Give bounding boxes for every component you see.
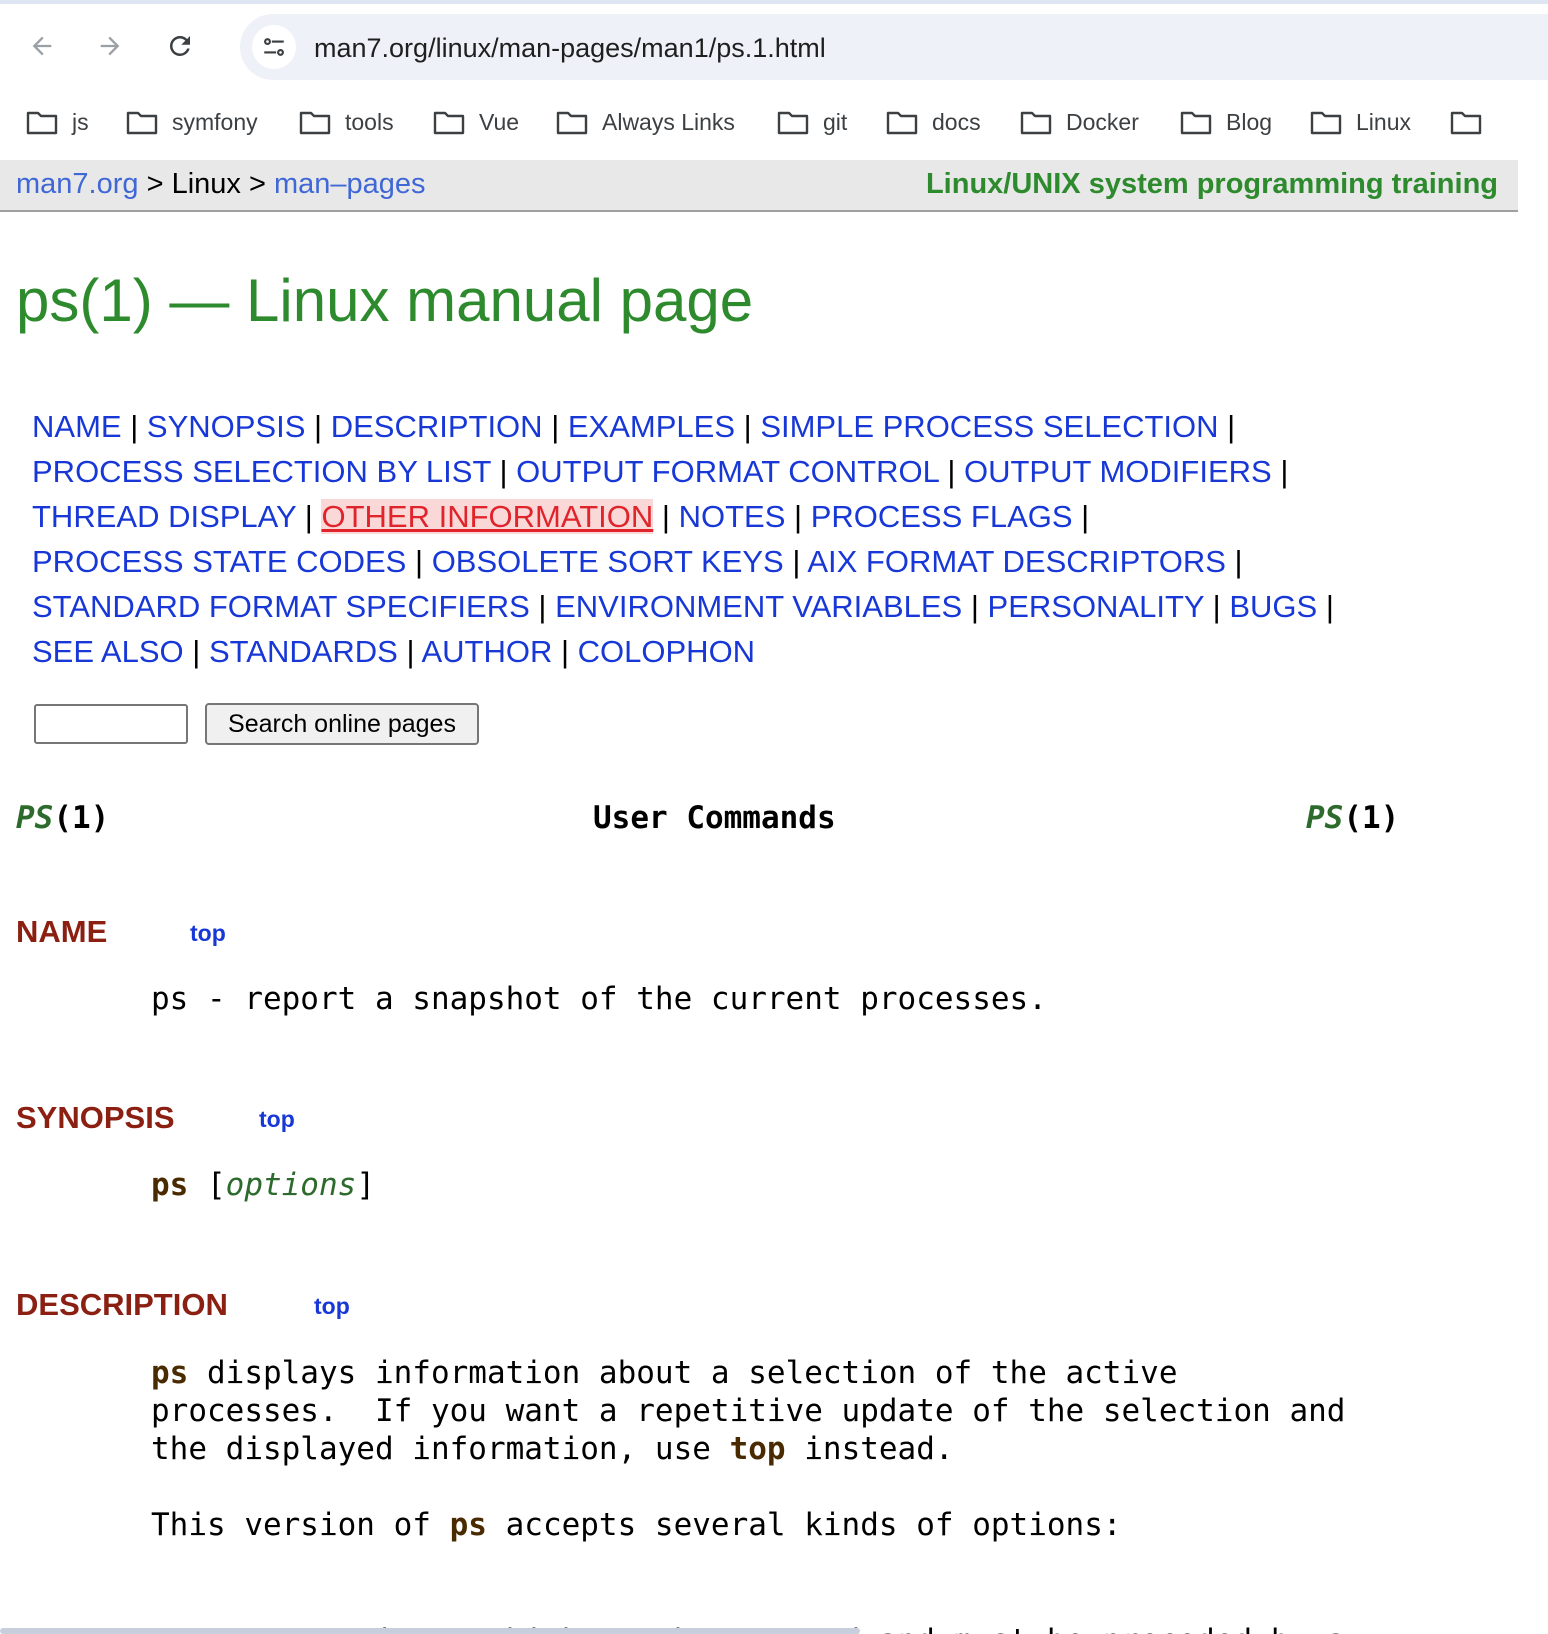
toc-link-standard-format-specifiers[interactable]: STANDARD FORMAT SPECIFIERS xyxy=(32,589,530,624)
site-info-button[interactable] xyxy=(252,25,296,69)
folder-icon xyxy=(1450,111,1482,135)
bookmark-folder-vue[interactable]: Vue xyxy=(433,106,519,138)
section-heading-description: DESCRIPTION xyxy=(16,1287,228,1322)
toc-link-see-also[interactable]: SEE ALSO xyxy=(32,634,184,669)
toc-link-environment-variables[interactable]: ENVIRONMENT VARIABLES xyxy=(555,589,962,624)
breadcrumb-home-link[interactable]: man7.org xyxy=(16,168,139,200)
horizontal-scrollbar[interactable] xyxy=(0,1628,860,1634)
search-online-pages-button[interactable]: Search online pages xyxy=(205,703,479,745)
toc-link-standards[interactable]: STANDARDS xyxy=(209,634,398,669)
folder-icon xyxy=(886,111,918,135)
reload-icon xyxy=(169,35,190,56)
section-heading-synopsis: SYNOPSIS xyxy=(16,1100,175,1135)
bookmark-folder-blog[interactable]: Blog xyxy=(1180,106,1272,138)
forward-button[interactable] xyxy=(88,24,132,68)
folder-icon xyxy=(1020,111,1052,135)
bookmark-folder-js[interactable]: js xyxy=(26,106,89,138)
training-link[interactable]: Linux/UNIX system programming training xyxy=(926,168,1498,201)
man-header-left: PS(1) xyxy=(16,800,110,836)
bookmark-label: git xyxy=(823,108,848,135)
folder-icon xyxy=(299,111,331,135)
toc-link-output-modifiers[interactable]: OUTPUT MODIFIERS xyxy=(964,454,1272,489)
description-paragraph: This version of ps accepts several kinds… xyxy=(151,1507,1122,1543)
folder-icon xyxy=(1310,111,1342,135)
reload-button[interactable] xyxy=(158,24,202,68)
folder-icon xyxy=(556,111,588,135)
breadcrumb: man7.org > Linux > man–pages xyxy=(16,168,426,201)
bookmark-folder-linux[interactable]: Linux xyxy=(1310,106,1411,138)
bookmark-label: Always Links xyxy=(602,108,735,135)
search-input[interactable] xyxy=(34,704,188,744)
bookmark-label: docs xyxy=(932,108,981,135)
arrow-left-icon xyxy=(32,36,52,56)
toc-link-obsolete-sort-keys[interactable]: OBSOLETE SORT KEYS xyxy=(432,544,784,579)
top-link[interactable]: top xyxy=(314,1293,350,1320)
bookmark-folder-docs[interactable]: docs xyxy=(886,106,981,138)
bookmark-label: Vue xyxy=(479,108,520,135)
toc-link-process-selection-by-list[interactable]: PROCESS SELECTION BY LIST xyxy=(32,454,491,489)
breadcrumb-linux: Linux xyxy=(171,168,241,200)
breadcrumb-separator: > xyxy=(248,168,266,200)
address-bar[interactable]: man7.org/linux/man-pages/man1/ps.1.html xyxy=(240,14,1548,80)
breadcrumb-manpages-link[interactable]: man–pages xyxy=(274,168,426,200)
folder-icon xyxy=(126,111,158,135)
bookmark-label: Blog xyxy=(1226,108,1273,135)
toc-link-description[interactable]: DESCRIPTION xyxy=(331,409,543,444)
folder-icon xyxy=(1180,111,1212,135)
folder-icon xyxy=(26,111,58,135)
bookmark-label: js xyxy=(72,108,89,135)
toc-link-output-format-control[interactable]: OUTPUT FORMAT CONTROL xyxy=(516,454,939,489)
toc-link-colophon[interactable]: COLOPHON xyxy=(578,634,755,669)
page-title: ps(1) — Linux manual page xyxy=(16,267,754,334)
bookmarks-bar: js symfony tools Vue Always Links git do… xyxy=(0,96,1548,148)
bookmark-label: Docker xyxy=(1066,108,1139,135)
top-link[interactable]: top xyxy=(259,1106,295,1133)
folder-icon xyxy=(433,111,465,135)
section-heading-name: NAME xyxy=(16,914,108,949)
synopsis-text: ps [options] xyxy=(151,1167,375,1203)
back-button[interactable] xyxy=(20,24,64,68)
toc-link-thread-display[interactable]: THREAD DISPLAY xyxy=(32,499,296,534)
breadcrumb-separator: > xyxy=(146,168,164,200)
toc-link-aix-format-descriptors[interactable]: AIX FORMAT DESCRIPTORS xyxy=(807,544,1226,579)
browser-toolbar: man7.org/linux/man-pages/man1/ps.1.html xyxy=(0,0,1548,94)
folder-icon xyxy=(777,111,809,135)
toc-link-notes[interactable]: NOTES xyxy=(679,499,786,534)
toc-link-synopsis[interactable]: SYNOPSIS xyxy=(147,409,306,444)
bookmark-folder-git[interactable]: git xyxy=(777,106,847,138)
toc-link-personality[interactable]: PERSONALITY xyxy=(988,589,1205,624)
bookmark-folder-always-links[interactable]: Always Links xyxy=(556,106,735,138)
bookmark-folder-docker[interactable]: Docker xyxy=(1020,106,1139,138)
site-nav-bar: man7.org > Linux > man–pages Linux/UNIX … xyxy=(0,160,1518,212)
man-header-center: User Commands xyxy=(593,800,836,836)
toc-link-name[interactable]: NAME xyxy=(32,409,122,444)
bookmark-label: Linux xyxy=(1356,108,1411,135)
toc-link-bugs[interactable]: BUGS xyxy=(1229,589,1317,624)
top-link[interactable]: top xyxy=(190,920,226,947)
name-text: ps - report a snapshot of the current pr… xyxy=(151,981,1047,1017)
arrow-right-icon xyxy=(100,36,120,56)
description-paragraph: ps displays information about a selectio… xyxy=(151,1355,1346,1467)
tune-icon xyxy=(264,38,284,56)
page-content: man7.org > Linux > man–pages Linux/UNIX … xyxy=(0,160,1548,1634)
toc-link-other-information[interactable]: OTHER INFORMATION xyxy=(321,499,654,534)
bookmark-folder-overflow[interactable] xyxy=(1450,106,1496,138)
bookmark-label: symfony xyxy=(172,108,258,135)
bookmark-folder-tools[interactable]: tools xyxy=(299,106,394,138)
man-header-right: PS(1) xyxy=(1306,800,1400,836)
toc-link-simple-process-selection[interactable]: SIMPLE PROCESS SELECTION xyxy=(760,409,1218,444)
toc-link-examples[interactable]: EXAMPLES xyxy=(568,409,735,444)
bookmark-label: tools xyxy=(345,108,394,135)
toc-link-process-flags[interactable]: PROCESS FLAGS xyxy=(811,499,1073,534)
toc-link-process-state-codes[interactable]: PROCESS STATE CODES xyxy=(32,544,406,579)
toc-link-author[interactable]: AUTHOR xyxy=(421,634,552,669)
section-toc: NAME | SYNOPSIS | DESCRIPTION | EXAMPLES… xyxy=(32,409,1334,669)
bookmark-folder-symfony[interactable]: symfony xyxy=(126,106,258,138)
url-text[interactable]: man7.org/linux/man-pages/man1/ps.1.html xyxy=(314,33,826,64)
tab-strip-edge xyxy=(0,0,1548,4)
